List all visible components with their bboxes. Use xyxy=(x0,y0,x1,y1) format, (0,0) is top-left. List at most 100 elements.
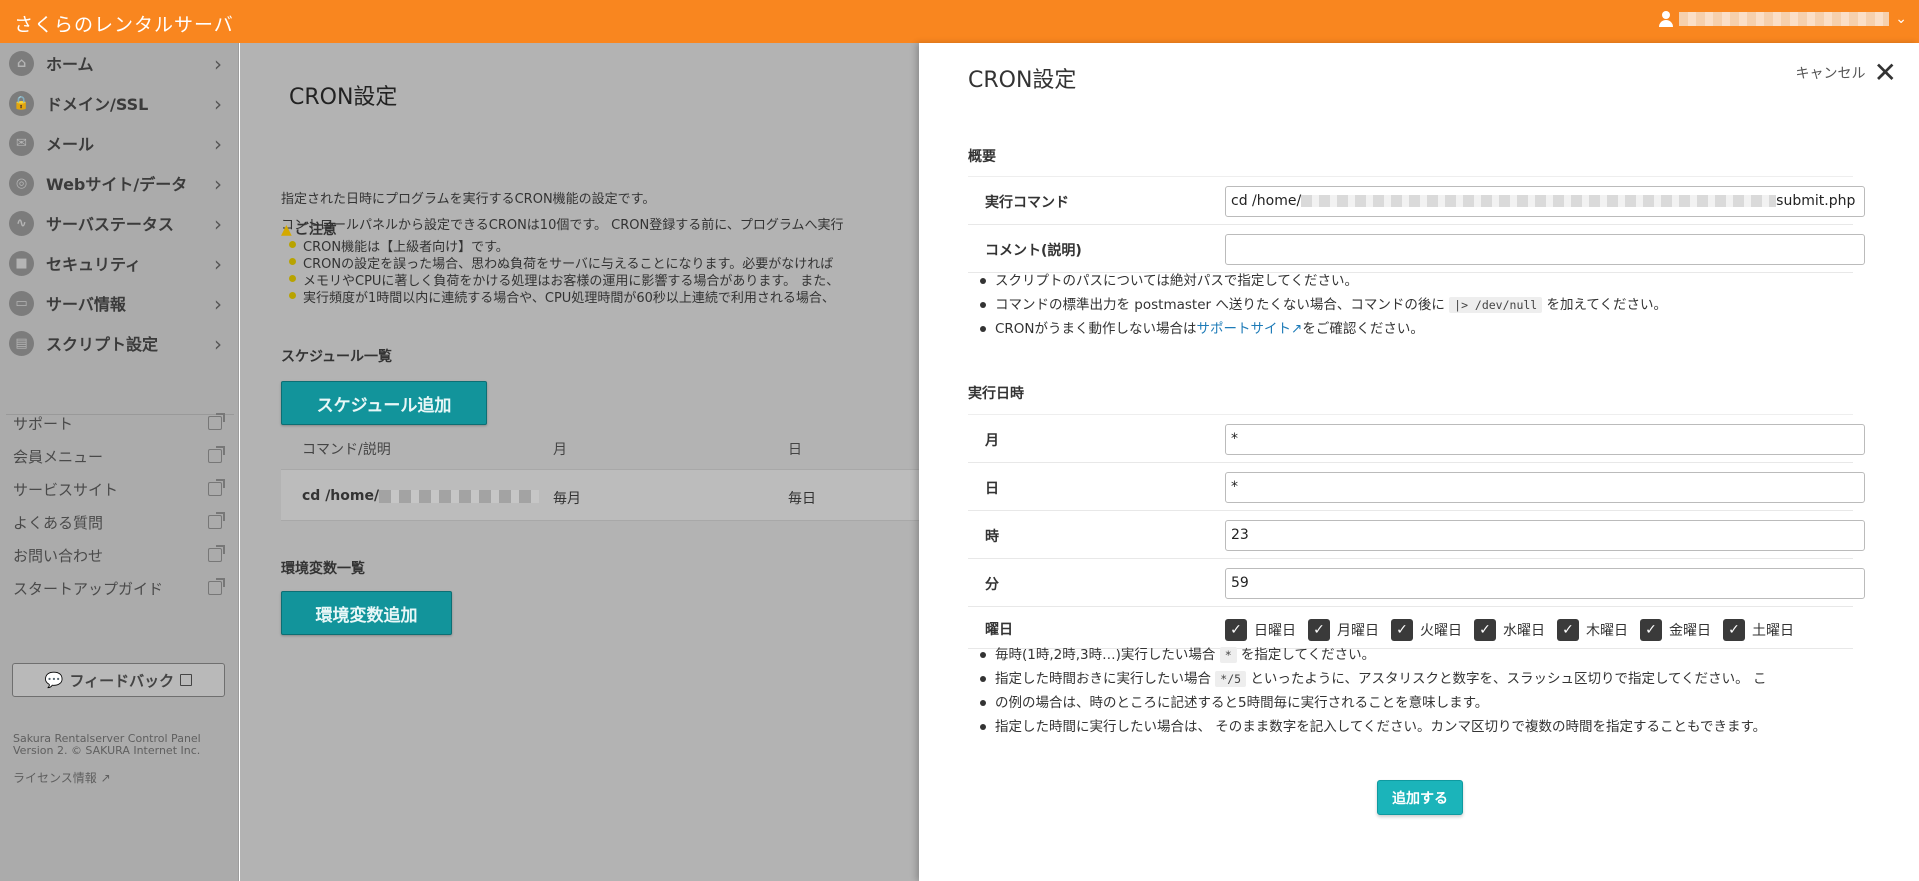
cron-add-panel: CRON設定 キャンセル ✕ 概要 実行コマンド cd /home/submit… xyxy=(919,43,1919,881)
weekday-label: 曜日 xyxy=(985,622,1013,638)
sidebar-item[interactable]: ▭ サーバ情報 › xyxy=(0,283,238,323)
table-row[interactable]: cd /home/ 毎月 毎日 xyxy=(281,469,919,521)
external-link-icon: ↗ xyxy=(100,771,111,785)
sidebar-item-label: Webサイト/データ xyxy=(46,175,188,194)
file-icon: ▤ xyxy=(9,330,34,356)
hint-continuation: の例の場合は、時のところに記述すると5時間毎に実行されることを意味します。 xyxy=(976,691,1766,715)
comment-row: コメント(説明) xyxy=(968,225,1865,273)
weekday-option[interactable]: ✓ 水曜日 xyxy=(1474,619,1545,641)
external-link-icon xyxy=(208,545,225,562)
sidebar-links: サポート会員メニュー サービスサイト よくある質問お問い合わせスタートアップガイド xyxy=(0,407,239,605)
caution-item: CRONの設定を誤った場合、思わぬ負荷をサーバに与えることになります。必要がなけ… xyxy=(287,253,839,272)
checkbox-checked-icon[interactable]: ✓ xyxy=(1225,619,1247,641)
checkbox-checked-icon[interactable]: ✓ xyxy=(1474,619,1496,641)
copyright: Sakura Rentalserver Control Panel Versio… xyxy=(13,733,201,757)
column-month: 月 xyxy=(553,442,567,458)
command-row: 実行コマンド cd /home/submit.php xyxy=(968,177,1865,225)
submit-add-button[interactable]: 追加する xyxy=(1377,780,1463,815)
support-site-link[interactable]: サポートサイト xyxy=(1197,321,1292,337)
chevron-right-icon: › xyxy=(214,212,222,236)
home-icon: ⌂ xyxy=(9,50,34,76)
checkbox-checked-icon[interactable]: ✓ xyxy=(1308,619,1330,641)
cancel-button[interactable]: キャンセル ✕ xyxy=(1796,59,1897,87)
weekday-option[interactable]: ✓ 火曜日 xyxy=(1391,619,1462,641)
sidebar-link[interactable]: 会員メニュー xyxy=(0,440,239,473)
schedule-heading: 実行日時 xyxy=(968,386,1024,402)
chevron-right-icon: › xyxy=(214,292,222,316)
weekday-option[interactable]: ✓ 木曜日 xyxy=(1557,619,1628,641)
brand-logo[interactable]: さくらのレンタルサーバ xyxy=(14,10,234,37)
external-link-icon: ↗ xyxy=(1291,321,1303,337)
checkbox-checked-icon[interactable]: ✓ xyxy=(1640,619,1662,641)
asterisk-code: * xyxy=(1219,647,1237,663)
weekday-checkboxes: ✓ 日曜日 ✓ 月曜日 ✓ 火曜日 ✓ 水曜日 ✓ 木曜日 ✓ 金曜日 ✓ 土曜日 xyxy=(1225,619,1794,641)
sidebar-link-label: お問い合わせ xyxy=(13,547,104,565)
caution-item: 実行頻度が1時間以内に連続する場合や、CPU処理時間が60秒以上連続で利用される… xyxy=(287,287,839,306)
checkbox-checked-icon[interactable]: ✓ xyxy=(1391,619,1413,641)
chevron-right-icon: › xyxy=(214,132,222,156)
server-icon: ▭ xyxy=(9,290,34,316)
day-input[interactable]: * xyxy=(1225,472,1865,503)
hour-row: 時 23 xyxy=(968,511,1865,559)
sidebar-nav: ⌂ ホーム › 🔒 ドメイン/SSL › ✉ メール › ◎ Webサイト/データ › ∿ サーバステータ… xyxy=(0,43,238,363)
add-schedule-button[interactable]: スケジュール追加 xyxy=(281,381,487,425)
sidebar-item[interactable]: ◎ Webサイト/データ › xyxy=(0,163,238,203)
comment-input[interactable] xyxy=(1225,234,1865,265)
sidebar-item-label: メール xyxy=(46,135,95,154)
sidebar-link[interactable]: サービスサイト xyxy=(0,473,239,506)
schedule-list-heading: スケジュール一覧 xyxy=(281,349,393,365)
redacted-command xyxy=(1301,195,1777,207)
chevron-right-icon: › xyxy=(214,92,222,116)
column-command: コマンド/説明 xyxy=(302,442,391,458)
command-suffix: submit.php xyxy=(1776,193,1856,209)
row-command: cd /home/ xyxy=(302,488,540,504)
sidebar-link[interactable]: お問い合わせ xyxy=(0,539,239,572)
weekday-option[interactable]: ✓ 月曜日 xyxy=(1308,619,1379,641)
minute-input[interactable]: 59 xyxy=(1225,568,1865,599)
sidebar-item[interactable]: ■ セキュリティ › xyxy=(0,243,238,283)
description-2: コントロールパネルから設定できるCRONは10個です。 CRON登録する前に、プ… xyxy=(281,218,844,233)
chevron-right-icon: › xyxy=(214,332,222,356)
sidebar-link[interactable]: よくある質問 xyxy=(0,506,239,539)
checkbox-checked-icon[interactable]: ✓ xyxy=(1723,619,1745,641)
lock-domain-icon: 🔒 xyxy=(9,90,34,116)
month-input[interactable]: * xyxy=(1225,424,1865,455)
sidebar-item[interactable]: ▤ スクリプト設定 › xyxy=(0,323,238,363)
command-input[interactable]: cd /home/submit.php xyxy=(1225,186,1865,217)
sidebar-item[interactable]: ⌂ ホーム › xyxy=(0,43,238,83)
day-label: 日 xyxy=(985,481,999,497)
hint-item: 指定した時間に実行したい場合は、 そのまま数字を記入してください。カンマ区切りで… xyxy=(976,715,1766,739)
weekday-option[interactable]: ✓ 土曜日 xyxy=(1723,619,1794,641)
feedback-button[interactable]: 💬 フィードバック xyxy=(12,663,225,697)
panel-title: CRON設定 xyxy=(968,68,1077,93)
external-link-icon xyxy=(180,674,193,686)
month-row: 月 * xyxy=(968,415,1865,463)
close-icon[interactable]: ✕ xyxy=(1874,59,1897,87)
caution-item: メモリやCPUに著しく負荷をかける処理はお客様の運用に影響する場合があります。 … xyxy=(287,270,839,289)
license-label: ライセンス情報 xyxy=(13,771,97,785)
external-link-icon xyxy=(208,578,225,595)
top-bar: さくらのレンタルサーバ ⌄ xyxy=(0,0,1919,43)
weekday-option[interactable]: ✓ 日曜日 xyxy=(1225,619,1296,641)
license-link[interactable]: ライセンス情報 ↗ xyxy=(13,769,111,786)
sidebar-item[interactable]: ✉ メール › xyxy=(0,123,238,163)
sidebar-item-label: サーバステータス xyxy=(46,215,174,234)
user-menu[interactable]: ⌄ xyxy=(1659,11,1907,27)
sidebar-item[interactable]: ∿ サーバステータス › xyxy=(0,203,238,243)
checkbox-checked-icon[interactable]: ✓ xyxy=(1557,619,1579,641)
sidebar-link-label: スタートアップガイド xyxy=(13,580,164,598)
minute-row: 分 59 xyxy=(968,559,1865,607)
sidebar-item[interactable]: 🔒 ドメイン/SSL › xyxy=(0,83,238,123)
sidebar-link-label: サポート xyxy=(13,415,74,433)
add-env-button[interactable]: 環境変数追加 xyxy=(281,591,452,635)
weekday-label: 木曜日 xyxy=(1586,623,1628,639)
page-title: CRON設定 xyxy=(289,85,398,110)
hour-input[interactable]: 23 xyxy=(1225,520,1865,551)
weekday-option[interactable]: ✓ 金曜日 xyxy=(1640,619,1711,641)
minute-label: 分 xyxy=(985,577,999,593)
sidebar-link[interactable]: スタートアップガイド xyxy=(0,572,239,605)
chevron-right-icon: › xyxy=(214,172,222,196)
devnull-code: |> /dev/null xyxy=(1449,297,1543,313)
sidebar-link[interactable]: サポート xyxy=(0,407,239,440)
external-link-icon xyxy=(208,446,225,463)
